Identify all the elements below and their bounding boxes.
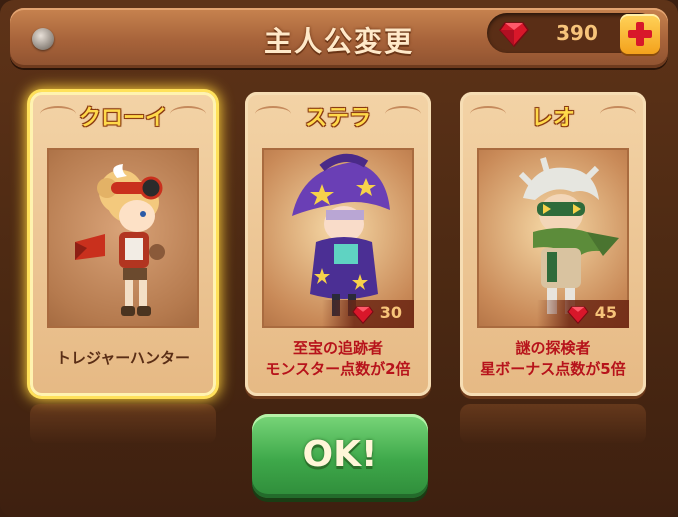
description-line-2: 星ボーナス点数が5倍 [480, 360, 626, 378]
description-line-2: モンスター点数が2倍 [265, 360, 411, 378]
gem-count: 390 [556, 21, 598, 45]
character-select-panel: 主人公変更 390 クローイ トレジャーハンター ステラ 30 至宝の追跡者 モ… [0, 0, 678, 517]
ok-button-label: OK! [302, 434, 378, 475]
character-card-chloe[interactable]: クローイ トレジャーハンター [30, 92, 216, 396]
description-line-1: 謎の探検者 [515, 339, 591, 357]
character-price: 30 [379, 303, 402, 322]
ruby-icon [567, 306, 589, 324]
character-description: 至宝の追跡者 モンスター点数が2倍 [251, 338, 425, 380]
character-card-stella[interactable]: ステラ 30 至宝の追跡者 モンスター点数が2倍 [245, 92, 431, 396]
character-description: 謎の探検者 星ボーナス点数が5倍 [466, 338, 640, 380]
character-portrait-stella: 30 [262, 148, 414, 328]
card-reflection [460, 404, 646, 444]
add-gems-button[interactable] [620, 14, 660, 54]
character-card-leo[interactable]: レオ 45 謎の探検者 星ボーナス点数が5倍 [460, 92, 646, 396]
ok-button[interactable]: OK! [252, 414, 428, 498]
price-tag: 30 [322, 300, 414, 328]
ruby-icon [352, 306, 374, 324]
chloe-character-icon [75, 164, 165, 316]
card-reflection [30, 404, 216, 444]
character-portrait-chloe [47, 148, 199, 328]
plus-icon [628, 22, 652, 46]
character-portrait-leo: 45 [477, 148, 629, 328]
character-name: クローイ [78, 106, 167, 131]
description-line-1: 至宝の追跡者 [292, 339, 383, 357]
character-name: ステラ [304, 106, 371, 131]
character-description: トレジャーハンター [56, 349, 190, 367]
character-price: 45 [594, 303, 617, 322]
price-tag: 45 [537, 300, 629, 328]
ruby-icon [499, 22, 529, 47]
character-name: レオ [530, 106, 575, 131]
